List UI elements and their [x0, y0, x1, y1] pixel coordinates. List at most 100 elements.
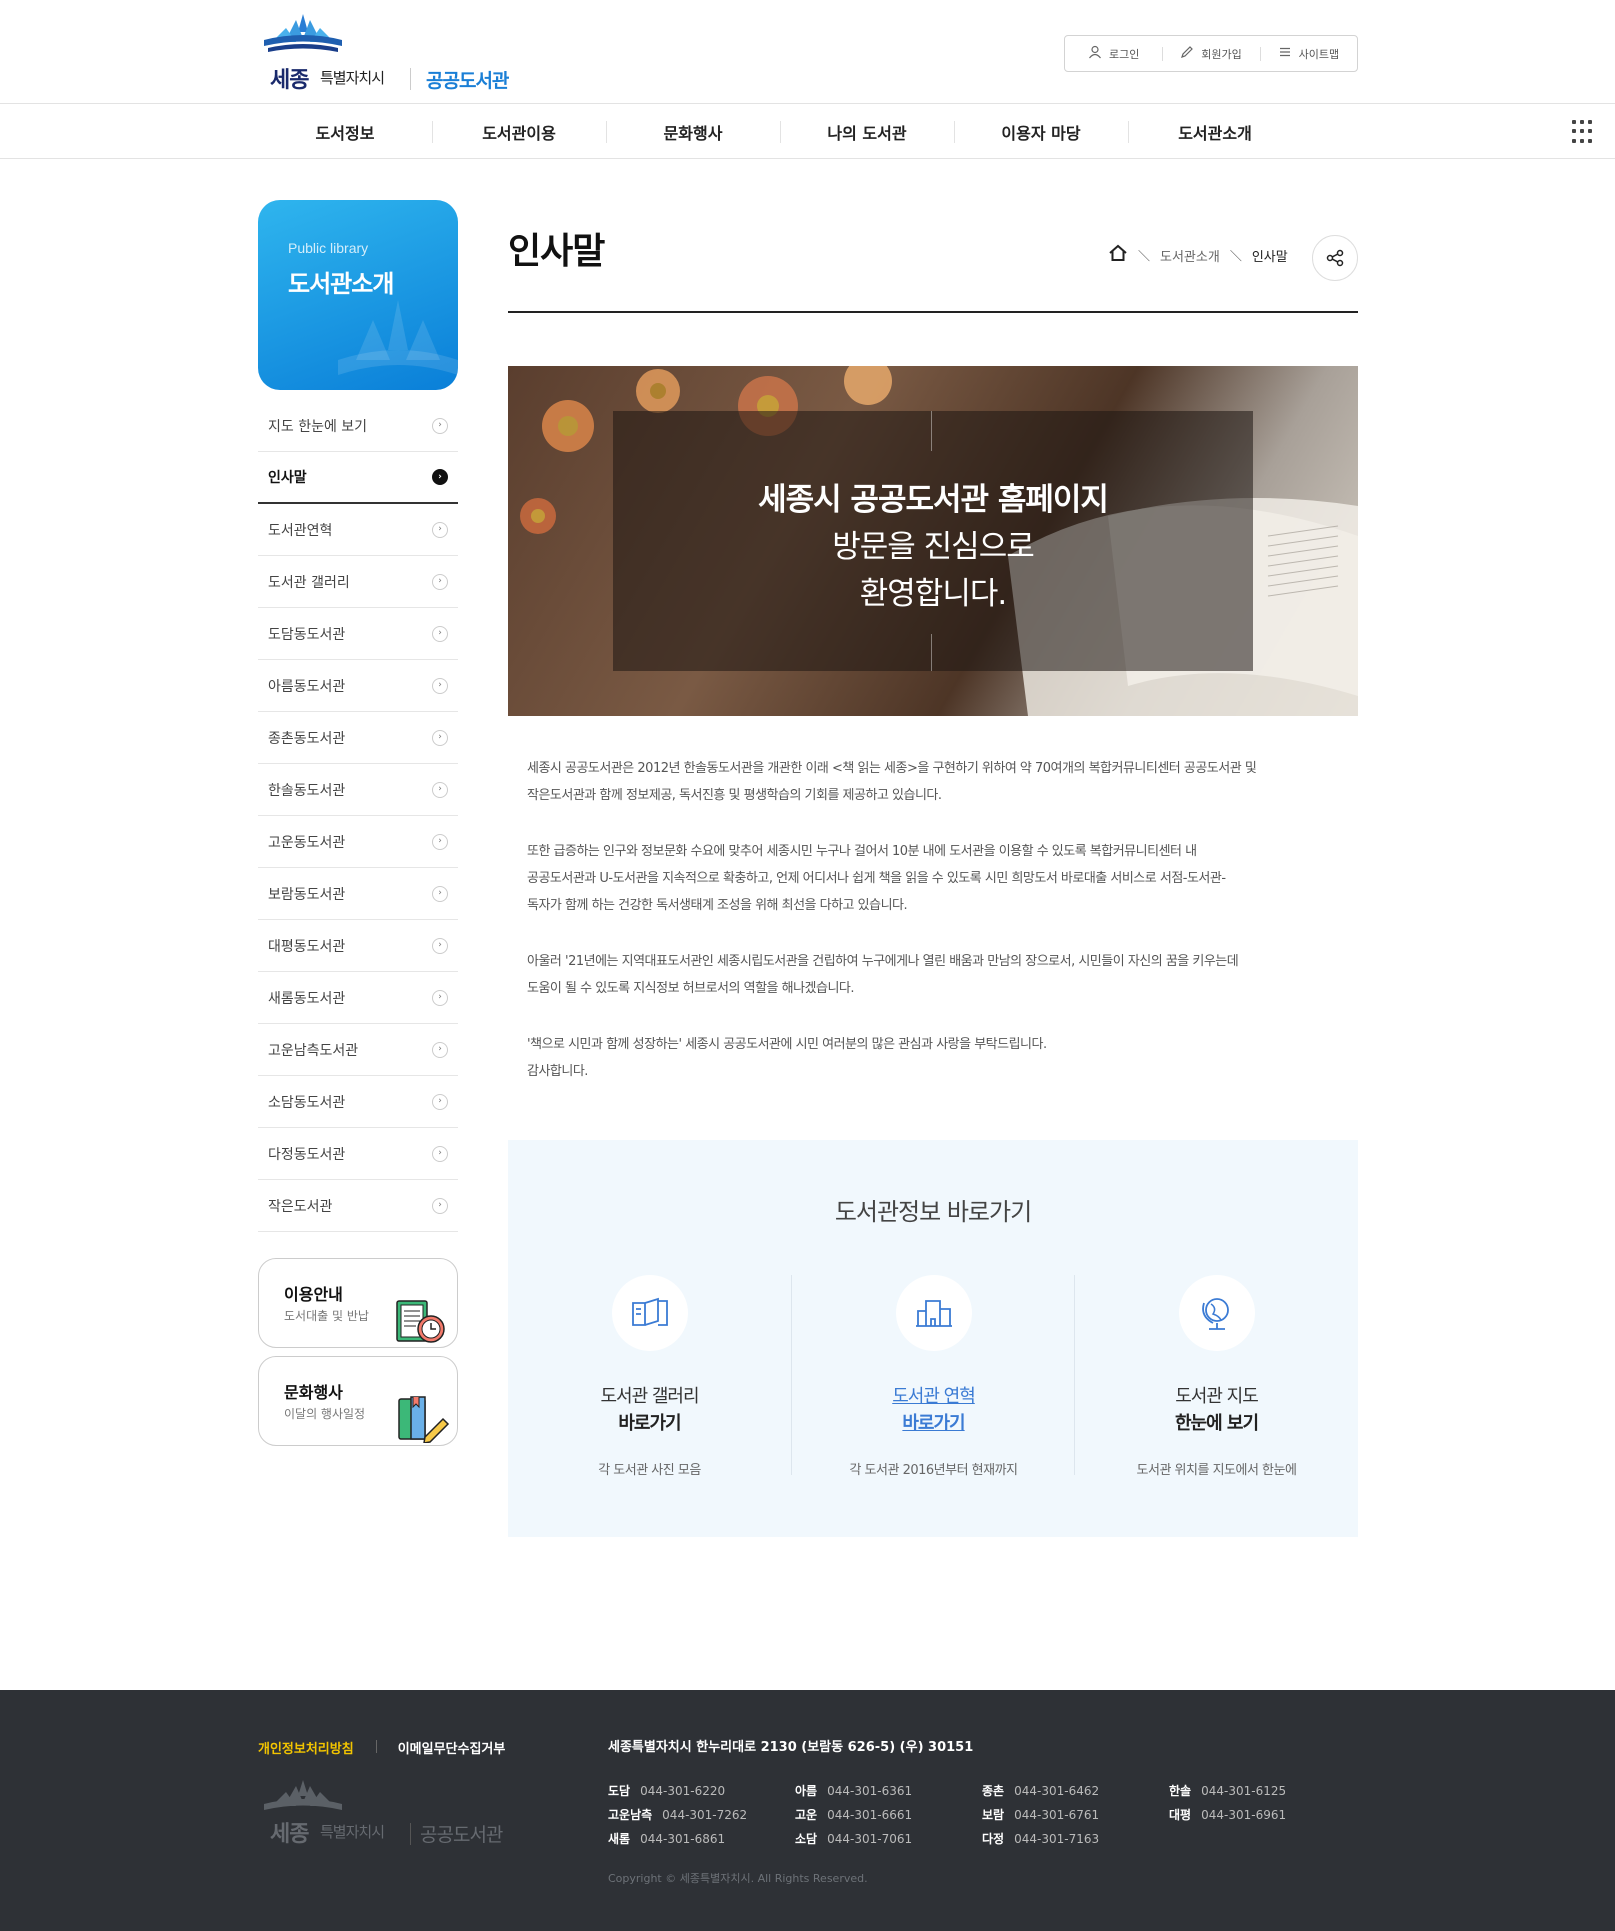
login-link[interactable]: 로그인 — [1065, 36, 1162, 71]
gallery-shortcut-desc: 각 도서관 사진 모음 — [598, 1463, 701, 1478]
logo-sub-text: 특별자치시 — [320, 69, 385, 87]
footer-phone-item: 소담 044-301-7061 — [795, 1832, 913, 1846]
signup-label: 회원가입 — [1201, 47, 1242, 61]
menu-icon — [1278, 45, 1292, 63]
gnb-item-library-intro[interactable]: 도서관소개 — [1128, 104, 1302, 159]
map-shortcut-action: 한눈에 보기 — [1174, 1413, 1259, 1434]
greeting-paragraph: 세종시 공공도서관은 2012년 한솔동도서관을 개관한 이래 <책 읽는 세종… — [527, 755, 1347, 809]
privacy-policy-link[interactable]: 개인정보처리방침 — [258, 1738, 354, 1757]
culture-event-card[interactable]: 문화행사 이달의 행사일정 — [258, 1356, 458, 1446]
lnb-item-hansol[interactable]: 한솔동도서관 › — [258, 764, 458, 816]
chevron-right-icon: › — [432, 417, 448, 434]
footer-logo-library: 공공도서관 — [420, 1824, 503, 1846]
footer-phone-item: 대평 044-301-6961 — [1169, 1808, 1287, 1822]
greeting-line: 또한 급증하는 인구와 정보문화 수요에 맞추어 세종시민 누구나 걸어서 10… — [527, 844, 1197, 859]
site-logo[interactable]: 세종 특별자치시 공공도서관 — [258, 10, 518, 93]
sitemap-label: 사이트맵 — [1298, 47, 1340, 61]
gnb-item-my-library[interactable]: 나의 도서관 — [780, 104, 954, 159]
history-shortcut-title: 도서관 연혁 — [892, 1386, 976, 1407]
lnb-item-saerom[interactable]: 새롬동도서관 › — [258, 972, 458, 1024]
building-icon — [896, 1275, 972, 1351]
gnb-item-book-info[interactable]: 도서정보 — [258, 104, 432, 159]
lnb-item-label: 종촌동도서관 — [268, 730, 346, 747]
usage-guide-card[interactable]: 이용안내 도서대출 및 반납 — [258, 1258, 458, 1348]
footer-phone-item: 도담 044-301-6220 — [608, 1784, 726, 1798]
hero-deco-line — [931, 634, 932, 671]
gnb-item-library-use[interactable]: 도서관이용 — [432, 104, 606, 159]
lnb-item-dodam[interactable]: 도담동도서관 › — [258, 608, 458, 660]
breadcrumb: ＼ 도서관소개 ＼ 인사말 — [1108, 244, 1288, 266]
lnb-item-greeting[interactable]: 인사말 › — [258, 452, 458, 504]
breadcrumb-separator: ＼ — [1138, 248, 1151, 263]
greeting-text: 세종시 공공도서관은 2012년 한솔동도서관을 개관한 이래 <책 읽는 세종… — [527, 755, 1347, 1114]
lnb-item-boram[interactable]: 보람동도서관 › — [258, 868, 458, 920]
greeting-line: 작은도서관과 함께 정보제공, 독서진흥 및 평생학습의 기회를 제공하고 있습… — [527, 788, 942, 803]
map-shortcut-title: 도서관 지도 — [1175, 1386, 1259, 1407]
home-icon[interactable] — [1108, 244, 1128, 266]
utility-menu: 로그인 회원가입 사이트맵 — [1064, 35, 1358, 72]
greeting-paragraph: 아울러 '21년에는 지역대표도서관인 세종시립도서관을 건립하여 누구에게나 … — [527, 948, 1347, 1002]
lnb-item-history[interactable]: 도서관연혁 › — [258, 504, 458, 556]
greeting-line: 세종시 공공도서관은 2012년 한솔동도서관을 개관한 이래 <책 읽는 세종… — [527, 761, 1257, 776]
greeting-line: 독자가 함께 하는 건강한 독서생태계 조성을 위해 최선을 다하고 있습니다. — [527, 898, 908, 913]
signup-link[interactable]: 회원가입 — [1162, 36, 1259, 71]
gnb-item-culture-events[interactable]: 문화행사 — [606, 104, 780, 159]
footer-phone-item: 보람 044-301-6761 — [982, 1808, 1100, 1822]
share-button[interactable] — [1312, 235, 1358, 281]
lnb-title: 도서관소개 — [288, 270, 394, 298]
lnb-item-dajeong[interactable]: 다정동도서관 › — [258, 1128, 458, 1180]
map-shortcut[interactable]: 도서관 지도 한눈에 보기 도서관 위치를 지도에서 한눈에 — [1074, 1275, 1357, 1478]
gallery-shortcut-title: 도서관 갤러리 — [600, 1386, 699, 1407]
gnb-item-user-plaza[interactable]: 이용자 마당 — [954, 104, 1128, 159]
lnb-item-areum[interactable]: 아름동도서관 › — [258, 660, 458, 712]
all-menu-grid-icon[interactable] — [1572, 120, 1596, 144]
email-refusal-link[interactable]: 이메일무단수집거부 — [375, 1738, 505, 1757]
map-shortcut-desc: 도서관 위치를 지도에서 한눈에 — [1136, 1463, 1297, 1478]
lnb-item-label: 새롬동도서관 — [268, 990, 346, 1007]
sitemap-link[interactable]: 사이트맵 — [1259, 36, 1357, 71]
lnb-item-sodam[interactable]: 소담동도서관 › — [258, 1076, 458, 1128]
library-quick-links: 도서관정보 바로가기 도서관 갤러리 바로가기 각 도서관 사진 모음 도서관 … — [508, 1140, 1358, 1537]
lnb-item-label: 작은도서관 — [268, 1198, 333, 1215]
logo-mark-icon — [264, 14, 342, 52]
footer-policy-links: 개인정보처리방침 이메일무단수집거부 — [258, 1738, 505, 1757]
lnb-item-daepyeong[interactable]: 대평동도서관 › — [258, 920, 458, 972]
culture-event-title: 문화행사 — [284, 1383, 343, 1402]
chevron-right-icon: › — [432, 937, 448, 954]
lnb-item-label: 도서관 갤러리 — [268, 574, 350, 591]
history-shortcut[interactable]: 도서관 연혁 바로가기 각 도서관 2016년부터 현재까지 — [791, 1275, 1074, 1478]
hero-line-3: 환영합니다. — [859, 576, 1007, 612]
lnb-item-label: 보람동도서관 — [268, 886, 346, 903]
footer-logo: 세종 특별자치시 공공도서관 — [258, 1778, 518, 1848]
logo-sejong-text: 세종 — [270, 68, 309, 93]
lnb-item-label: 지도 한눈에 보기 — [268, 418, 368, 435]
pencil-icon — [1180, 45, 1194, 63]
breadcrumb-current: 인사말 — [1251, 249, 1288, 265]
lnb-item-small-library[interactable]: 작은도서관 › — [258, 1180, 458, 1232]
breadcrumb-item[interactable]: 도서관소개 — [1160, 246, 1220, 265]
user-icon — [1088, 45, 1102, 63]
hero-banner: 세종시 공공도서관 홈페이지 방문을 진심으로 환영합니다. — [508, 366, 1358, 716]
footer-phone-item: 고운 044-301-6661 — [795, 1808, 913, 1822]
quick-links-title: 도서관정보 바로가기 — [834, 1198, 1032, 1226]
lnb-item-gallery[interactable]: 도서관 갤러리 › — [258, 556, 458, 608]
lnb-item-label: 한솔동도서관 — [268, 782, 346, 799]
lnb-item-map[interactable]: 지도 한눈에 보기 › — [258, 400, 458, 452]
breadcrumb-separator: ＼ — [1229, 248, 1242, 263]
share-icon — [1326, 249, 1344, 267]
lnb-item-jongchon[interactable]: 종촌동도서관 › — [258, 712, 458, 764]
culture-event-sub: 이달의 행사일정 — [284, 1407, 366, 1421]
lnb-item-label: 고운남측도서관 — [268, 1042, 359, 1059]
chevron-right-icon: › — [432, 521, 448, 538]
lnb-item-goun-south[interactable]: 고운남측도서관 › — [258, 1024, 458, 1076]
book-icon — [612, 1275, 688, 1351]
gallery-shortcut[interactable]: 도서관 갤러리 바로가기 각 도서관 사진 모음 — [508, 1275, 791, 1478]
lnb-item-label: 아름동도서관 — [268, 678, 346, 695]
lnb-item-goun[interactable]: 고운동도서관 › — [258, 816, 458, 868]
gallery-shortcut-action: 바로가기 — [618, 1413, 681, 1434]
history-shortcut-action: 바로가기 — [902, 1413, 965, 1434]
chevron-right-icon: › — [432, 989, 448, 1006]
hero-headline: 세종시 공공도서관 홈페이지 — [758, 482, 1109, 518]
book-pencil-icon — [398, 1396, 450, 1443]
chevron-right-icon: › — [432, 885, 448, 902]
